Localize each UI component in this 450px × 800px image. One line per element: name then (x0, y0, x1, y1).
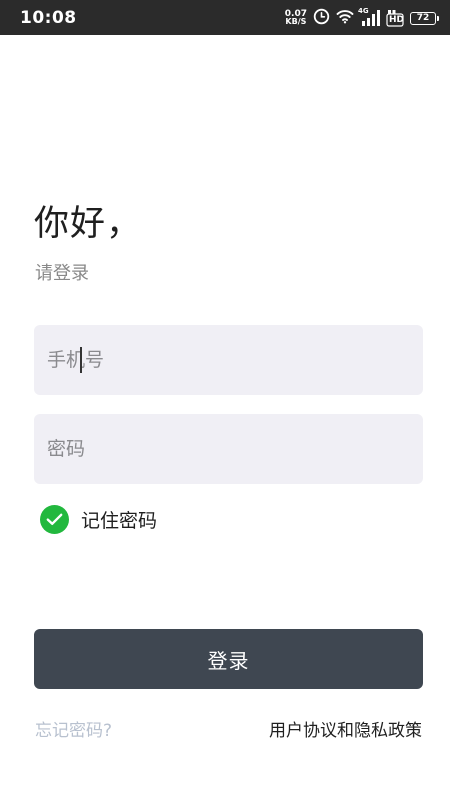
status-time: 10:08 (20, 8, 77, 28)
password-field[interactable] (34, 414, 423, 484)
status-bar: 10:08 0.07 KB/S 4G HD 72 (0, 0, 450, 35)
password-input[interactable] (34, 414, 423, 484)
phone-input[interactable] (34, 325, 423, 395)
login-subtitle: 请登录 (35, 263, 89, 284)
wifi-icon (336, 8, 354, 28)
battery-icon: 72 (410, 11, 439, 25)
battery-level: 72 (416, 13, 430, 23)
forgot-password-link[interactable]: 忘记密码? (35, 716, 112, 741)
remember-password-label: 记住密码 (81, 510, 158, 532)
net-speed-unit: KB/S (285, 17, 307, 26)
remember-password-checkbox[interactable]: 记住密码 (40, 505, 157, 534)
text-caret (80, 347, 82, 373)
signal-icon: 4G (358, 7, 380, 27)
status-icons: 0.07 KB/S 4G HD 72 (285, 7, 439, 29)
greeting-title: 你好， (34, 204, 143, 244)
hd-icon: HD (386, 9, 404, 27)
check-icon[interactable] (40, 505, 69, 534)
login-button[interactable]: 登录 (34, 629, 423, 689)
hd-label: HD (389, 15, 405, 25)
privacy-policy-link[interactable]: 用户协议和隐私政策 (269, 716, 422, 741)
net-speed: 0.07 KB/S (285, 10, 307, 26)
phone-field[interactable] (34, 325, 423, 395)
clock-icon (313, 8, 330, 29)
